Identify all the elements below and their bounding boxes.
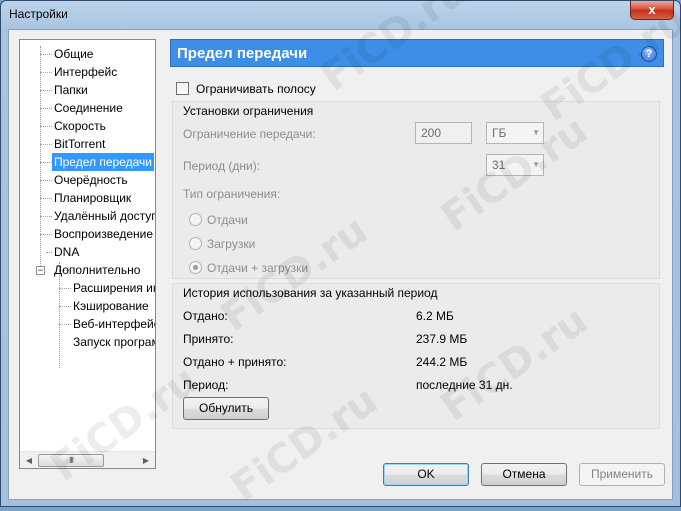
tree-item-playback[interactable]: Воспроизведение (52, 225, 155, 243)
tree-item-scheduler[interactable]: Планировщик (52, 189, 133, 207)
tree-item-folders[interactable]: Папки (52, 81, 90, 99)
help-icon[interactable]: ? (641, 46, 657, 62)
settings-tree: Общие Интерфейс Папки Соединение Скорост… (19, 39, 156, 469)
tree-item-speed[interactable]: Скорость (52, 117, 108, 135)
tree-connector (40, 234, 52, 235)
tree-connector (40, 162, 52, 163)
tree-item-run-program[interactable]: Запуск программ (71, 333, 155, 351)
tree-item-transfer-cap[interactable]: Предел передачи (52, 153, 154, 171)
radio-download[interactable] (189, 237, 202, 250)
collapse-icon[interactable]: − (36, 266, 45, 275)
ok-button[interactable]: OK (383, 463, 469, 486)
tree-connector (40, 72, 52, 73)
limit-settings-title: Установки ограничения (183, 104, 314, 118)
limit-settings-group: Установки ограничения Ограничение переда… (172, 101, 660, 279)
tree-connector (59, 324, 71, 325)
radio-upload-label[interactable]: Отдачи (207, 213, 248, 227)
tree-item-connection[interactable]: Соединение (52, 99, 125, 117)
tree-item-webui[interactable]: Веб-интерфейс (71, 315, 155, 333)
limit-bandwidth-label[interactable]: Ограничивать полосу (196, 82, 316, 96)
close-icon[interactable]: x (630, 1, 674, 20)
period-days-value: 31 (492, 158, 506, 172)
transfer-unit-value: ГБ (492, 126, 507, 140)
tree-item-interface[interactable]: Интерфейс (52, 63, 119, 81)
transfer-unit-select[interactable]: ГБ ▼ (486, 122, 544, 144)
history-row-label: Период: (183, 378, 229, 392)
radio-upload[interactable] (189, 213, 202, 226)
tree-connector (40, 144, 52, 145)
tree-item-bittorrent[interactable]: BitTorrent (52, 135, 107, 153)
history-row-value: 237.9 МБ (416, 332, 468, 346)
scroll-thumb[interactable]: III (38, 454, 104, 467)
panel-header: Предел передачи ? (170, 39, 664, 67)
history-row-value: последние 31 дн. (416, 378, 513, 392)
usage-history-group: История использования за указанный перио… (172, 283, 660, 429)
scroll-right-icon[interactable]: ▶ (138, 453, 154, 468)
history-row-label: Отдано + принято: (183, 355, 287, 369)
scroll-left-icon[interactable]: ◀ (21, 453, 37, 468)
tree-item-dna[interactable]: DNA (52, 243, 81, 261)
dropdown-arrow-icon: ▼ (532, 128, 540, 137)
tree-item-queueing[interactable]: Очерёдность (52, 171, 130, 189)
tree-item-advanced[interactable]: Дополнительно (52, 261, 142, 279)
panel-title: Предел передачи (177, 45, 308, 62)
tree-connector (40, 54, 52, 55)
cancel-button[interactable]: Отмена (481, 463, 567, 486)
dropdown-arrow-icon: ▼ (532, 160, 540, 169)
limit-bandwidth-checkbox[interactable] (176, 82, 189, 95)
tree-connector (40, 180, 52, 181)
limit-type-label: Тип ограничения: (183, 187, 281, 201)
radio-download-label[interactable]: Загрузки (207, 237, 255, 251)
radio-upload-download-label[interactable]: Отдачи + загрузки (207, 261, 308, 275)
reset-button[interactable]: Обнулить (183, 397, 269, 420)
transfer-limit-input[interactable]: 200 (415, 122, 472, 144)
tree-connector (40, 198, 52, 199)
tree-connector (59, 306, 71, 307)
history-row-label: Отдано: (183, 309, 228, 323)
tree-horizontal-scrollbar[interactable]: ◀ III ▶ (20, 451, 155, 468)
usage-history-title: История использования за указанный перио… (183, 286, 438, 300)
history-row-value: 244.2 МБ (416, 355, 468, 369)
transfer-limit-label: Ограничение передачи: (183, 127, 316, 141)
apply-button[interactable]: Применить (579, 463, 665, 486)
settings-window: Настройки x Общие Интерфейс Папки Соедин… (0, 0, 681, 511)
period-days-select[interactable]: 31 ▼ (486, 154, 544, 176)
tree-connector (59, 288, 71, 289)
history-row-label: Принято: (183, 332, 234, 346)
transfer-cap-panel: Предел передачи ? Ограничивать полосу Ус… (170, 39, 664, 469)
period-days-label: Период (дни): (183, 159, 261, 173)
tree-item-cache[interactable]: Кэширование (71, 297, 151, 315)
tree-connector (40, 108, 52, 109)
dialog-client-area: Общие Интерфейс Папки Соединение Скорост… (8, 29, 673, 500)
tree-connector (40, 126, 52, 127)
tree-item-ui-extras[interactable]: Расширения интерфейса (71, 279, 155, 297)
tree-connector (40, 90, 52, 91)
radio-upload-download[interactable] (189, 261, 202, 274)
window-title: Настройки (9, 7, 68, 21)
tree-connector (40, 216, 52, 217)
tree-item-general[interactable]: Общие (52, 45, 95, 63)
tree-item-remote[interactable]: Удалённый доступ (52, 207, 155, 225)
title-bar[interactable]: Настройки x (1, 1, 680, 29)
history-row-value: 6.2 МБ (416, 309, 454, 323)
